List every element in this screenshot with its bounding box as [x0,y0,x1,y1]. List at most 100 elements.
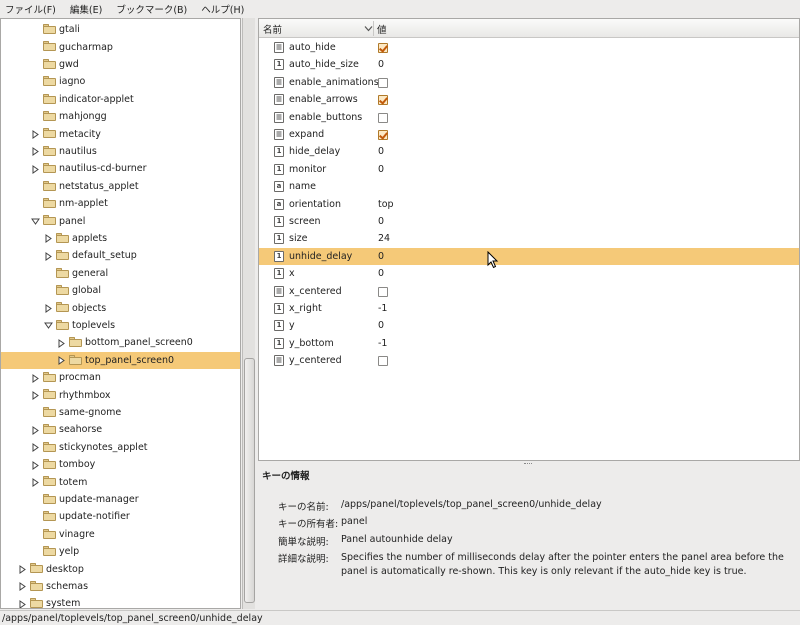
key-row-x-centered[interactable]: x_centered [259,283,799,300]
tree-item-tomboy[interactable]: tomboy [1,456,240,473]
expander-right-icon[interactable] [30,129,40,139]
tree-item-applets[interactable]: applets [1,230,240,247]
tree-item-update-notifier[interactable]: update-notifier [1,508,240,525]
tree-item-procman[interactable]: procman [1,369,240,386]
expander-right-icon[interactable] [30,147,40,157]
key-row-unhide-delay[interactable]: 1 unhide_delay 0 [259,247,799,266]
key-value[interactable]: 0 [378,213,384,230]
key-value[interactable]: 24 [378,230,390,247]
key-value[interactable]: 0 [378,56,384,73]
key-row-x-right[interactable]: 1 x_right -1 [259,300,799,317]
key-value-checkbox[interactable] [378,77,388,88]
tree-item-indicator-applet[interactable]: indicator-applet [1,91,240,108]
expander-right-icon[interactable] [30,373,40,383]
key-row-auto-hide-size[interactable]: 1 auto_hide_size 0 [259,56,799,73]
tree-item-desktop[interactable]: desktop [1,560,240,577]
tree-item-top-panel-screen0[interactable]: top_panel_screen0 [1,351,240,369]
expander-right-icon[interactable] [56,356,66,366]
key-value[interactable]: 0 [378,317,384,334]
tree-item-global[interactable]: global [1,282,240,299]
tree-item-nautilus[interactable]: nautilus [1,143,240,160]
menu-file[interactable]: ファイル(F) [5,2,56,16]
tree-item-same-gnome[interactable]: same-gnome [1,404,240,421]
tree-scrollbar-thumb[interactable] [244,358,255,603]
tree-item-seahorse[interactable]: seahorse [1,421,240,438]
pane-resize-handle[interactable] [524,463,532,465]
key-value-checkbox[interactable] [378,95,388,106]
tree-item-gwd[interactable]: gwd [1,56,240,73]
menu-bookmarks[interactable]: ブックマーク(B) [116,2,187,16]
key-value-checkbox[interactable] [378,286,388,297]
tree-item-yelp[interactable]: yelp [1,543,240,560]
key-value[interactable]: -1 [378,300,387,317]
expander-right-icon[interactable] [30,443,40,453]
expander-right-icon[interactable] [30,477,40,487]
column-separator[interactable] [373,21,374,36]
tree-item-schemas[interactable]: schemas [1,578,240,595]
expander-right-icon[interactable] [43,234,53,244]
key-row-monitor[interactable]: 1 monitor 0 [259,161,799,178]
key-row-screen[interactable]: 1 screen 0 [259,213,799,230]
key-value-checkbox[interactable] [378,356,388,367]
expander-right-icon[interactable] [43,303,53,313]
tree-item-gtali[interactable]: gtali [1,21,240,38]
tree-item-iagno[interactable]: iagno [1,73,240,90]
column-header-value[interactable]: 値 [377,19,387,38]
key-value-checkbox[interactable] [378,43,388,53]
key-row-name[interactable]: a name [259,178,799,195]
tree-item-nautilus-cd-burner[interactable]: nautilus-cd-burner [1,160,240,177]
tree-item-stickynotes-applet[interactable]: stickynotes_applet [1,439,240,456]
key-value[interactable]: 0 [378,265,384,282]
expander-right-icon[interactable] [30,390,40,400]
directory-tree[interactable]: gtali gucharmap gwd iagno indicator-applet ma… [0,18,241,609]
sort-chevron-down-icon[interactable] [364,24,373,33]
tree-item-netstatus-applet[interactable]: netstatus_applet [1,178,240,195]
column-header-name[interactable]: 名前 [263,19,282,38]
menu-help[interactable]: ヘルプ(H) [201,2,244,16]
key-row-orientation[interactable]: a orientation top [259,196,799,213]
tree-item-metacity[interactable]: metacity [1,125,240,142]
key-row-enable-arrows[interactable]: enable_arrows [259,91,799,108]
tree-item-rhythmbox[interactable]: rhythmbox [1,386,240,403]
expander-right-icon[interactable] [30,164,40,174]
tree-item-default-setup[interactable]: default_setup [1,247,240,264]
key-value-checkbox[interactable] [378,130,388,140]
expander-down-icon[interactable] [43,321,53,331]
key-list[interactable]: 名前 値 auto_hide 1 auto_hide_size 0 enable_ani… [258,18,800,461]
expander-right-icon[interactable] [30,425,40,435]
key-row-expand[interactable]: expand [259,126,799,143]
key-value[interactable]: -1 [378,335,387,352]
tree-item-nm-applet[interactable]: nm-applet [1,195,240,212]
key-row-y-bottom[interactable]: 1 y_bottom -1 [259,335,799,352]
key-row-x[interactable]: 1x 0 [259,265,799,282]
key-row-y[interactable]: 1y 0 [259,317,799,334]
key-row-hide-delay[interactable]: 1 hide_delay 0 [259,143,799,160]
tree-scrollbar[interactable] [242,18,255,609]
tree-item-bottom-panel-screen0[interactable]: bottom_panel_screen0 [1,334,240,351]
expander-right-icon[interactable] [30,460,40,470]
key-row-enable-buttons[interactable]: enable_buttons [259,109,799,126]
key-value[interactable]: 0 [378,248,384,265]
tree-item-toplevels[interactable]: toplevels [1,317,240,334]
tree-item-update-manager[interactable]: update-manager [1,491,240,508]
key-value[interactable]: top [378,196,394,213]
key-row-auto-hide[interactable]: auto_hide [259,39,799,56]
key-value[interactable]: 0 [378,143,384,160]
key-row-size[interactable]: 1 size 24 [259,230,799,247]
expander-down-icon[interactable] [30,216,40,226]
menu-edit[interactable]: 編集(E) [70,2,102,16]
expander-right-icon[interactable] [17,564,27,574]
expander-right-icon[interactable] [17,582,27,592]
key-value-checkbox[interactable] [378,112,388,123]
tree-item-panel[interactable]: panel [1,212,240,229]
tree-item-gucharmap[interactable]: gucharmap [1,38,240,55]
tree-item-vinagre[interactable]: vinagre [1,526,240,543]
expander-right-icon[interactable] [17,599,27,608]
tree-item-objects[interactable]: objects [1,299,240,316]
tree-item-system[interactable]: system [1,595,240,608]
tree-item-general[interactable]: general [1,265,240,282]
key-value[interactable]: 0 [378,161,384,178]
expander-right-icon[interactable] [43,251,53,261]
tree-item-totem[interactable]: totem [1,473,240,490]
tree-item-mahjongg[interactable]: mahjongg [1,108,240,125]
